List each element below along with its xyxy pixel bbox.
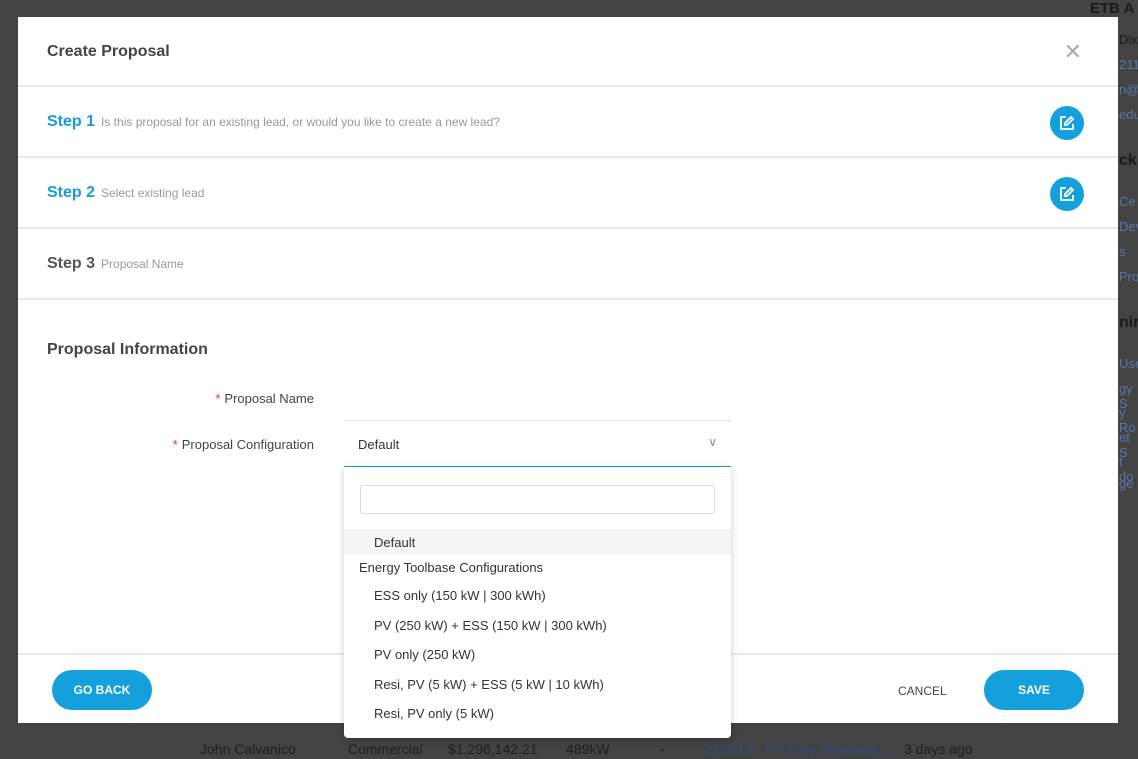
step-description: Select existing lead [101, 185, 205, 200]
step-1: Step 1 Is this proposal for an existing … [18, 87, 1118, 158]
bg-text: s [1119, 244, 1126, 259]
dropdown-option[interactable]: PV only (250 kW) [344, 641, 731, 667]
bg-cell: 489kW [566, 741, 610, 757]
label-text: Proposal Name [224, 391, 314, 406]
bg-text: Dix [1119, 32, 1138, 47]
cancel-button[interactable]: CANCEL [898, 684, 947, 698]
bg-text: 211 [1119, 57, 1138, 72]
option-group-label: Energy Toolbase Configurations [359, 560, 544, 575]
step-2: Step 2 Select existing lead [18, 158, 1118, 229]
step-description: Proposal Name [101, 256, 184, 271]
selected-value: Default [358, 437, 400, 452]
bg-cell: 3 days ago [904, 741, 973, 757]
go-back-button[interactable]: GO BACK [52, 670, 152, 710]
step-3: Step 3 Proposal Name [18, 229, 1118, 300]
bg-text: Use [1119, 356, 1138, 371]
dropdown-option[interactable]: Resi, PV only (5 kW) [344, 700, 731, 726]
edit-icon [1060, 115, 1075, 130]
option-default[interactable]: Default [344, 529, 731, 555]
bg-text: Proc [1119, 269, 1138, 284]
bg-cell: 2018/19 - PV Only Template ... [702, 741, 893, 757]
dropdown-option[interactable]: ESS only (150 kW | 300 kWh) [344, 582, 731, 608]
bg-cell: $1,296,142.21 [448, 741, 538, 757]
bg-text: Dev [1119, 219, 1138, 234]
bg-text: ge [1119, 476, 1134, 491]
bg-heading: ETB A [1090, 0, 1135, 17]
modal-title: Create Proposal [47, 43, 170, 60]
label-text: Proposal Configuration [181, 437, 314, 452]
step-number: Step 2 [47, 183, 96, 201]
dropdown-option[interactable]: PV (250 kW) + ESS (150 kW | 300 kWh) [344, 612, 731, 638]
configuration-dropdown: Default Energy Toolbase Configurations E… [344, 467, 731, 738]
edit-step-1-button[interactable] [1050, 106, 1084, 140]
bg-heading: ck [1119, 152, 1137, 169]
modal-header: Create Proposal ✕ [18, 17, 1118, 87]
step-description: Is this proposal for an existing lead, o… [101, 114, 500, 129]
proposal-configuration-label: * Proposal Configuration [172, 437, 314, 452]
save-button[interactable]: SAVE [984, 670, 1084, 710]
chevron-down-icon: ∨ [708, 435, 717, 449]
bg-text: Ce [1119, 194, 1136, 209]
edit-step-2-button[interactable] [1050, 177, 1084, 211]
proposal-name-label: * Proposal Name [215, 391, 314, 406]
section-title: Proposal Information [47, 341, 208, 358]
bg-cell: - [660, 741, 665, 757]
step-number: Step 1 [47, 112, 96, 130]
bg-cell: John Calvanico [200, 741, 296, 757]
close-icon[interactable]: ✕ [1064, 39, 1082, 65]
dropdown-option[interactable]: Resi, PV (5 kW) + ESS (5 kW | 10 kWh) [344, 671, 731, 697]
bg-text: n@ [1119, 82, 1138, 97]
step-number: Step 3 [47, 254, 96, 272]
edit-icon [1060, 186, 1075, 201]
proposal-name-input[interactable] [344, 383, 731, 421]
bg-text: edu [1119, 107, 1138, 122]
dropdown-search-input[interactable] [360, 485, 715, 514]
proposal-configuration-select[interactable]: Default ∨ [344, 422, 731, 468]
bg-cell: Commercial [348, 741, 423, 757]
bg-heading: nir [1119, 314, 1138, 331]
